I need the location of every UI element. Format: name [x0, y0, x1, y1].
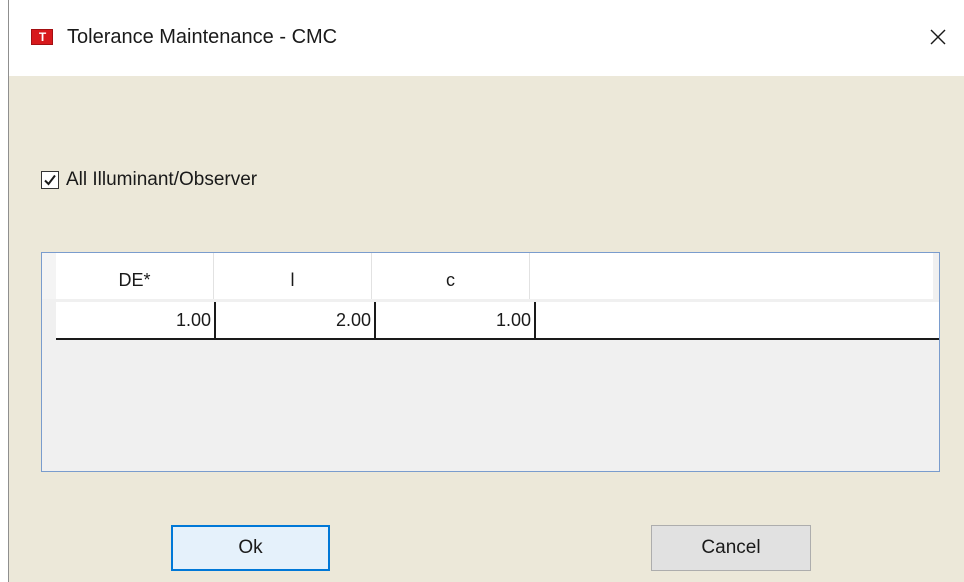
title-bar: T Tolerance Maintenance - CMC [9, 0, 964, 76]
ok-button[interactable]: Ok [171, 525, 330, 571]
cell-l[interactable]: 2.00 [216, 302, 376, 338]
column-header-c[interactable]: c [372, 253, 530, 299]
cancel-button[interactable]: Cancel [651, 525, 811, 571]
app-logo-icon: T [31, 29, 53, 45]
tolerance-grid: DE* l c 1.00 2.00 1.00 [41, 252, 940, 472]
app-logo-glyph: T [38, 30, 47, 44]
grid-header-row: DE* l c [56, 253, 933, 299]
all-illuminant-label: All Illuminant/Observer [66, 169, 258, 190]
all-illuminant-option[interactable]: All Illuminant/Observer [41, 167, 257, 193]
column-header-l[interactable]: l [214, 253, 372, 299]
checkmark-icon [44, 174, 56, 186]
column-header-de[interactable]: DE* [56, 253, 214, 299]
cell-de[interactable]: 1.00 [56, 302, 216, 338]
column-header-filler [530, 253, 933, 299]
row-filler [536, 302, 939, 338]
close-button[interactable] [915, 14, 961, 60]
all-illuminant-checkbox[interactable] [41, 171, 59, 189]
grid-corner [42, 253, 56, 299]
cell-c[interactable]: 1.00 [376, 302, 536, 338]
tolerance-dialog: T Tolerance Maintenance - CMC All Illumi… [8, 0, 964, 582]
table-row: 1.00 2.00 1.00 [56, 302, 939, 340]
window-title: Tolerance Maintenance - CMC [67, 26, 338, 48]
close-icon [930, 29, 946, 45]
